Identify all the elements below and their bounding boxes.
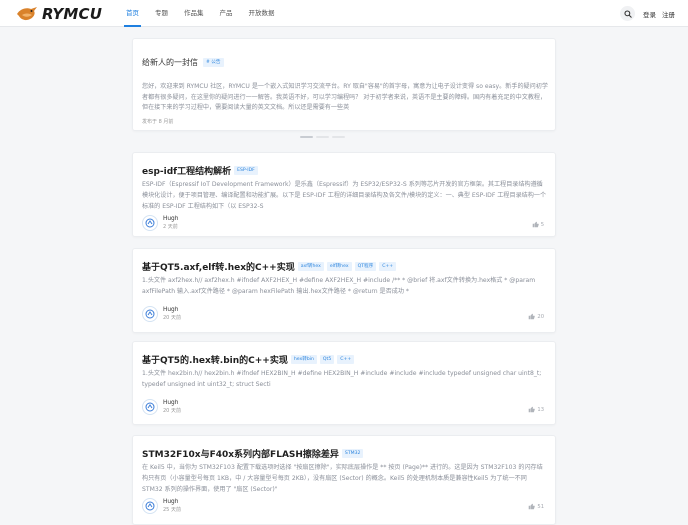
post-time: 2 天前 — [163, 224, 178, 230]
post-time: 20 天前 — [163, 408, 181, 414]
announcement-title-text: 给新人的一封信 — [142, 58, 198, 67]
avatar-logo-icon — [145, 501, 155, 511]
register-link[interactable]: 注册 — [662, 9, 675, 19]
author-name[interactable]: Hugh — [163, 215, 178, 223]
post-title-text[interactable]: esp-idf工程结构解析 — [142, 164, 231, 177]
announcement-time: 发布于 8 月前 — [142, 119, 174, 125]
post-likes: 13 — [528, 406, 544, 413]
post-tag[interactable]: C++ — [337, 355, 355, 364]
post-author[interactable]: Hugh 2 天前 — [142, 215, 178, 231]
like-icon — [529, 503, 536, 510]
post-card[interactable]: 基于QT5的.hex转.bin的C++实现 hex转bin Qt5 C++ 1.… — [132, 341, 556, 425]
nav-products[interactable]: 产品 — [212, 0, 241, 27]
post-tag[interactable]: elf转hex — [326, 262, 352, 271]
author-name[interactable]: Hugh — [163, 498, 181, 506]
post-author[interactable]: Hugh 20 天前 — [142, 306, 181, 322]
nav-open-data[interactable]: 开放数据 — [241, 0, 283, 27]
nav-topics[interactable]: 专题 — [147, 0, 176, 27]
announcement-tag[interactable]: # 公告 — [203, 58, 224, 67]
site-logo[interactable]: RYMCU — [16, 4, 102, 23]
post-time: 20 天前 — [163, 315, 181, 321]
nav-portfolio[interactable]: 作品集 — [176, 0, 212, 27]
search-icon — [623, 9, 632, 18]
post-likes: 20 — [528, 313, 544, 320]
post-tag[interactable]: C++ — [379, 262, 397, 271]
likes-count: 5 — [540, 221, 544, 228]
top-header: RYMCU 首页 专题 作品集 产品 开放数据 登录 注册 — [0, 0, 688, 27]
post-likes: 51 — [528, 503, 544, 510]
announcement-title: 给新人的一封信 # 公告 — [142, 57, 224, 68]
login-link[interactable]: 登录 — [643, 9, 656, 19]
author-name[interactable]: Hugh — [163, 306, 181, 314]
post-title-text[interactable]: STM32F10x与F40x系列内部FLASH擦除差异 — [142, 447, 339, 460]
carousel-dot[interactable] — [300, 136, 313, 138]
post-title[interactable]: esp-idf工程结构解析 ESP-IDF — [142, 164, 258, 177]
nav-home[interactable]: 首页 — [118, 0, 147, 27]
like-icon — [529, 313, 536, 320]
search-button[interactable] — [620, 6, 635, 21]
avatar[interactable] — [142, 215, 158, 231]
avatar-logo-icon — [145, 218, 155, 228]
like-icon — [532, 221, 539, 228]
carousel-dot[interactable] — [316, 136, 329, 138]
post-title[interactable]: STM32F10x与F40x系列内部FLASH擦除差异 STM32 — [142, 447, 364, 460]
avatar[interactable] — [142, 306, 158, 322]
likes-count: 13 — [537, 406, 544, 413]
post-excerpt: 1.头文件 hex2bin.h// hex2bin.h #ifndef HEX2… — [142, 370, 542, 388]
post-title-text[interactable]: 基于QT5.axf,elf转.hex的C++实现 — [142, 260, 295, 273]
post-excerpt: 在 Keil5 中，当你为 STM32F103 配置下载选项时选择 "按扇区擦除… — [142, 464, 543, 493]
post-tag[interactable]: axf转hex — [297, 262, 324, 271]
post-card[interactable]: 基于QT5.axf,elf转.hex的C++实现 axf转hex elf转hex… — [132, 248, 556, 333]
carousel-dot[interactable] — [332, 136, 345, 138]
post-excerpt: ESP-IDF（Espressif IoT Development Framew… — [142, 181, 547, 210]
post-title[interactable]: 基于QT5.axf,elf转.hex的C++实现 axf转hex elf转hex… — [142, 260, 397, 273]
post-time: 25 天前 — [163, 507, 181, 513]
post-tag[interactable]: Qt5 — [319, 355, 335, 364]
carousel-indicator — [300, 136, 345, 138]
likes-count: 51 — [537, 503, 544, 510]
avatar[interactable] — [142, 399, 158, 415]
avatar-logo-icon — [145, 402, 155, 412]
logo-bird-icon — [17, 6, 37, 20]
post-title-text[interactable]: 基于QT5的.hex转.bin的C++实现 — [142, 353, 288, 366]
like-icon — [529, 406, 536, 413]
post-tag[interactable]: hex转bin — [290, 355, 317, 364]
avatar-logo-icon — [145, 309, 155, 319]
likes-count: 20 — [537, 313, 544, 320]
post-author[interactable]: Hugh 20 天前 — [142, 399, 181, 415]
post-likes: 5 — [532, 221, 544, 228]
main-nav: 首页 专题 作品集 产品 开放数据 — [118, 0, 283, 27]
post-excerpt: 1.头文件 axf2hex.h// axf2hex.h #ifndef AXF2… — [142, 277, 536, 295]
logo-text: RYMCU — [42, 4, 103, 23]
post-tag[interactable]: ESP-IDF — [234, 166, 258, 175]
post-card[interactable]: esp-idf工程结构解析 ESP-IDF ESP-IDF（Espressif … — [132, 152, 556, 237]
post-title[interactable]: 基于QT5的.hex转.bin的C++实现 hex转bin Qt5 C++ — [142, 353, 355, 366]
announcement-card[interactable]: 给新人的一封信 # 公告 您好，欢迎来到 RYMCU 社区，RYMCU 是一个嵌… — [132, 38, 556, 131]
post-tag[interactable]: STM32 — [341, 449, 364, 458]
author-name[interactable]: Hugh — [163, 399, 181, 407]
post-tag[interactable]: QT程序 — [354, 262, 377, 271]
announcement-body: 您好，欢迎来到 RYMCU 社区，RYMCU 是一个嵌入式知识学习交流平台。RY… — [142, 83, 548, 111]
